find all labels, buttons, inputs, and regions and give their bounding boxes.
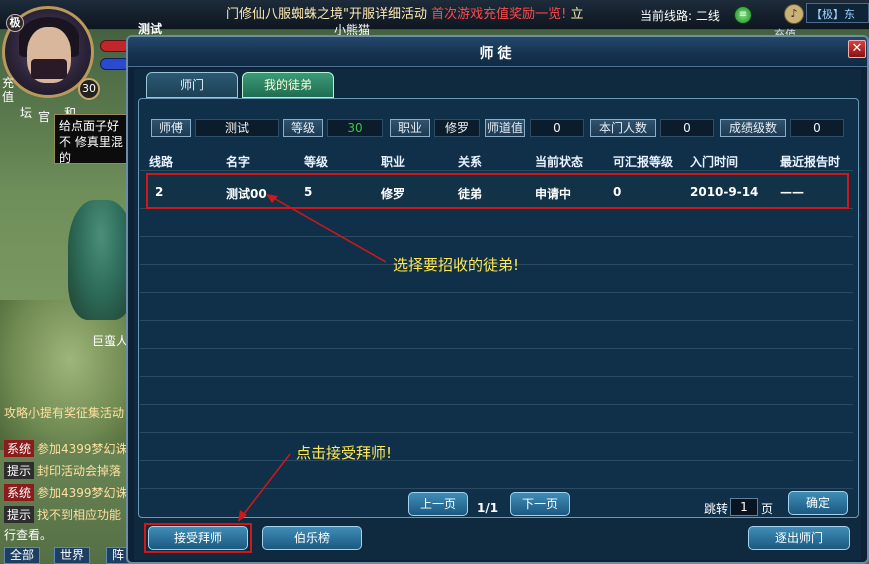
chat-line: 提示 封印活动会掉落: [4, 462, 121, 479]
grid-line: [140, 432, 853, 433]
npc-speech-bubble: 给点面子好不 修真里混的: [54, 114, 134, 164]
tab-sect[interactable]: 师门: [146, 72, 238, 98]
cell-last-report: ——: [780, 185, 804, 199]
col-status[interactable]: 当前状态: [535, 153, 583, 170]
grid-line: [140, 170, 853, 171]
grid-line: [140, 460, 853, 461]
master-disciple-dialog: 师徒 ✕ 师门 我的徒弟 师傅 测试 等级 30 职业 修罗 师道值 0 本门人…: [126, 35, 869, 564]
prev-page-button[interactable]: 上一页: [408, 492, 468, 516]
members-value: 0: [660, 119, 714, 137]
marquee-prefix: 门修仙八服蜘蛛之境"开服详细活动: [226, 7, 427, 22]
monster-sprite[interactable]: [68, 200, 134, 320]
col-join-date[interactable]: 入门时间: [690, 153, 738, 170]
col-relation[interactable]: 关系: [458, 153, 482, 170]
cell-line: 2: [155, 185, 164, 199]
grid-line: [140, 348, 853, 349]
col-name[interactable]: 名字: [226, 153, 250, 170]
cell-level: 5: [304, 185, 313, 199]
grid-line: [140, 488, 853, 489]
chat-tabs: 全部 世界 阵: [0, 547, 140, 564]
tab-my-disciples[interactable]: 我的徒弟: [242, 72, 334, 98]
col-report-level[interactable]: 可汇报等级: [613, 153, 673, 170]
disciple-list: [140, 170, 853, 507]
chat-line: 系统 参加4399梦幻诛: [4, 440, 128, 457]
rank-badge: 极: [6, 14, 24, 32]
grid-line: [140, 376, 853, 377]
next-page-button[interactable]: 下一页: [510, 492, 570, 516]
dialog-title: 师徒: [479, 46, 516, 62]
line-switch-icon[interactable]: ≡: [734, 6, 752, 24]
cell-report-level: 0: [613, 185, 622, 199]
recharge-side-button[interactable]: 充值: [2, 76, 16, 104]
job-label: 职业: [390, 119, 430, 137]
graduates-value: 0: [790, 119, 844, 137]
cell-join-date: 2010-9-14: [690, 185, 759, 199]
chat-panel: 攻略小提有奖征集活动 系统 参加4399梦幻诛 提示 封印活动会掉落 系统 参加439…: [0, 404, 140, 564]
graduates-label: 成绩级数: [720, 119, 786, 137]
dao-value: 0: [530, 119, 584, 137]
table-row[interactable]: 2 测试00 5 修罗 徒弟 申请中 0 2010-9-14 ——: [146, 173, 849, 209]
col-last-report[interactable]: 最近报告时: [780, 153, 840, 170]
forum-side-button[interactable]: 坛: [20, 104, 32, 121]
announcement-marquee: 门修仙八服蜘蛛之境"开服详细活动 首次游戏充值奖励一览! 立: [226, 3, 584, 22]
monster-name: 巨蛮人: [92, 334, 129, 348]
grid-line: [140, 320, 853, 321]
marquee-highlight[interactable]: 首次游戏充值奖励一览!: [431, 7, 566, 22]
annotation-click-accept: 点击接受拜师!: [296, 444, 393, 462]
chat-tab-world[interactable]: 世界: [54, 547, 91, 564]
level-label: 等级: [283, 119, 323, 137]
chat-line: 行查看。: [4, 528, 53, 542]
table-header: 线路 名字 等级 职业 关系 当前状态 可汇报等级 入门时间 最近报告时: [142, 151, 853, 171]
job-value: 修罗: [434, 119, 480, 137]
jump-label: 跳转: [704, 502, 729, 516]
members-label: 本门人数: [590, 119, 656, 137]
page-indicator: 1/1: [477, 501, 499, 515]
cell-status: 申请中: [535, 187, 572, 201]
chat-tab-all[interactable]: 全部: [4, 547, 41, 564]
cell-job: 修罗: [381, 187, 406, 201]
dao-label: 师道值: [485, 119, 525, 137]
grid-line: [140, 292, 853, 293]
leave-sect-button[interactable]: 逐出师门: [748, 526, 850, 550]
annotation-select-disciple: 选择要招收的徒弟!: [393, 256, 520, 274]
level-value: 30: [327, 119, 383, 137]
cell-name: 测试00: [226, 187, 267, 201]
official-side-button[interactable]: 官: [38, 108, 50, 125]
sound-icon[interactable]: ♪: [784, 4, 804, 24]
chat-line: 提示 找不到相应功能: [4, 506, 121, 523]
col-line[interactable]: 线路: [149, 153, 173, 170]
marquee-suffix: 立: [570, 7, 584, 22]
page-unit-label: 页: [761, 502, 774, 516]
grid-line: [140, 404, 853, 405]
accept-master-button[interactable]: 接受拜师: [148, 526, 248, 550]
chat-line: 攻略小提有奖征集活动: [4, 406, 125, 420]
master-label: 师傅: [151, 119, 191, 137]
top-bar: 门修仙八服蜘蛛之境"开服详细活动 首次游戏充值奖励一览! 立 当前线路: 二线 …: [0, 0, 869, 30]
dialog-header[interactable]: 师徒 ✕: [128, 37, 867, 67]
jump-page-input[interactable]: 1: [730, 498, 758, 516]
avatar-mask: [31, 59, 67, 79]
chat-line: 系统 参加4399梦幻诛: [4, 484, 128, 501]
player-level-badge: 30: [78, 78, 100, 100]
confirm-jump-button[interactable]: 确定: [788, 491, 848, 515]
grid-line: [140, 236, 853, 237]
current-line-label: 当前线路: 二线: [640, 9, 720, 23]
cell-relation: 徒弟: [458, 187, 483, 201]
server-tag[interactable]: 【极】东: [806, 3, 869, 23]
col-job[interactable]: 职业: [381, 153, 405, 170]
bole-list-button[interactable]: 伯乐榜: [262, 526, 362, 550]
master-value: 测试: [195, 119, 279, 137]
close-button[interactable]: ✕: [848, 40, 866, 58]
col-level[interactable]: 等级: [304, 153, 328, 170]
